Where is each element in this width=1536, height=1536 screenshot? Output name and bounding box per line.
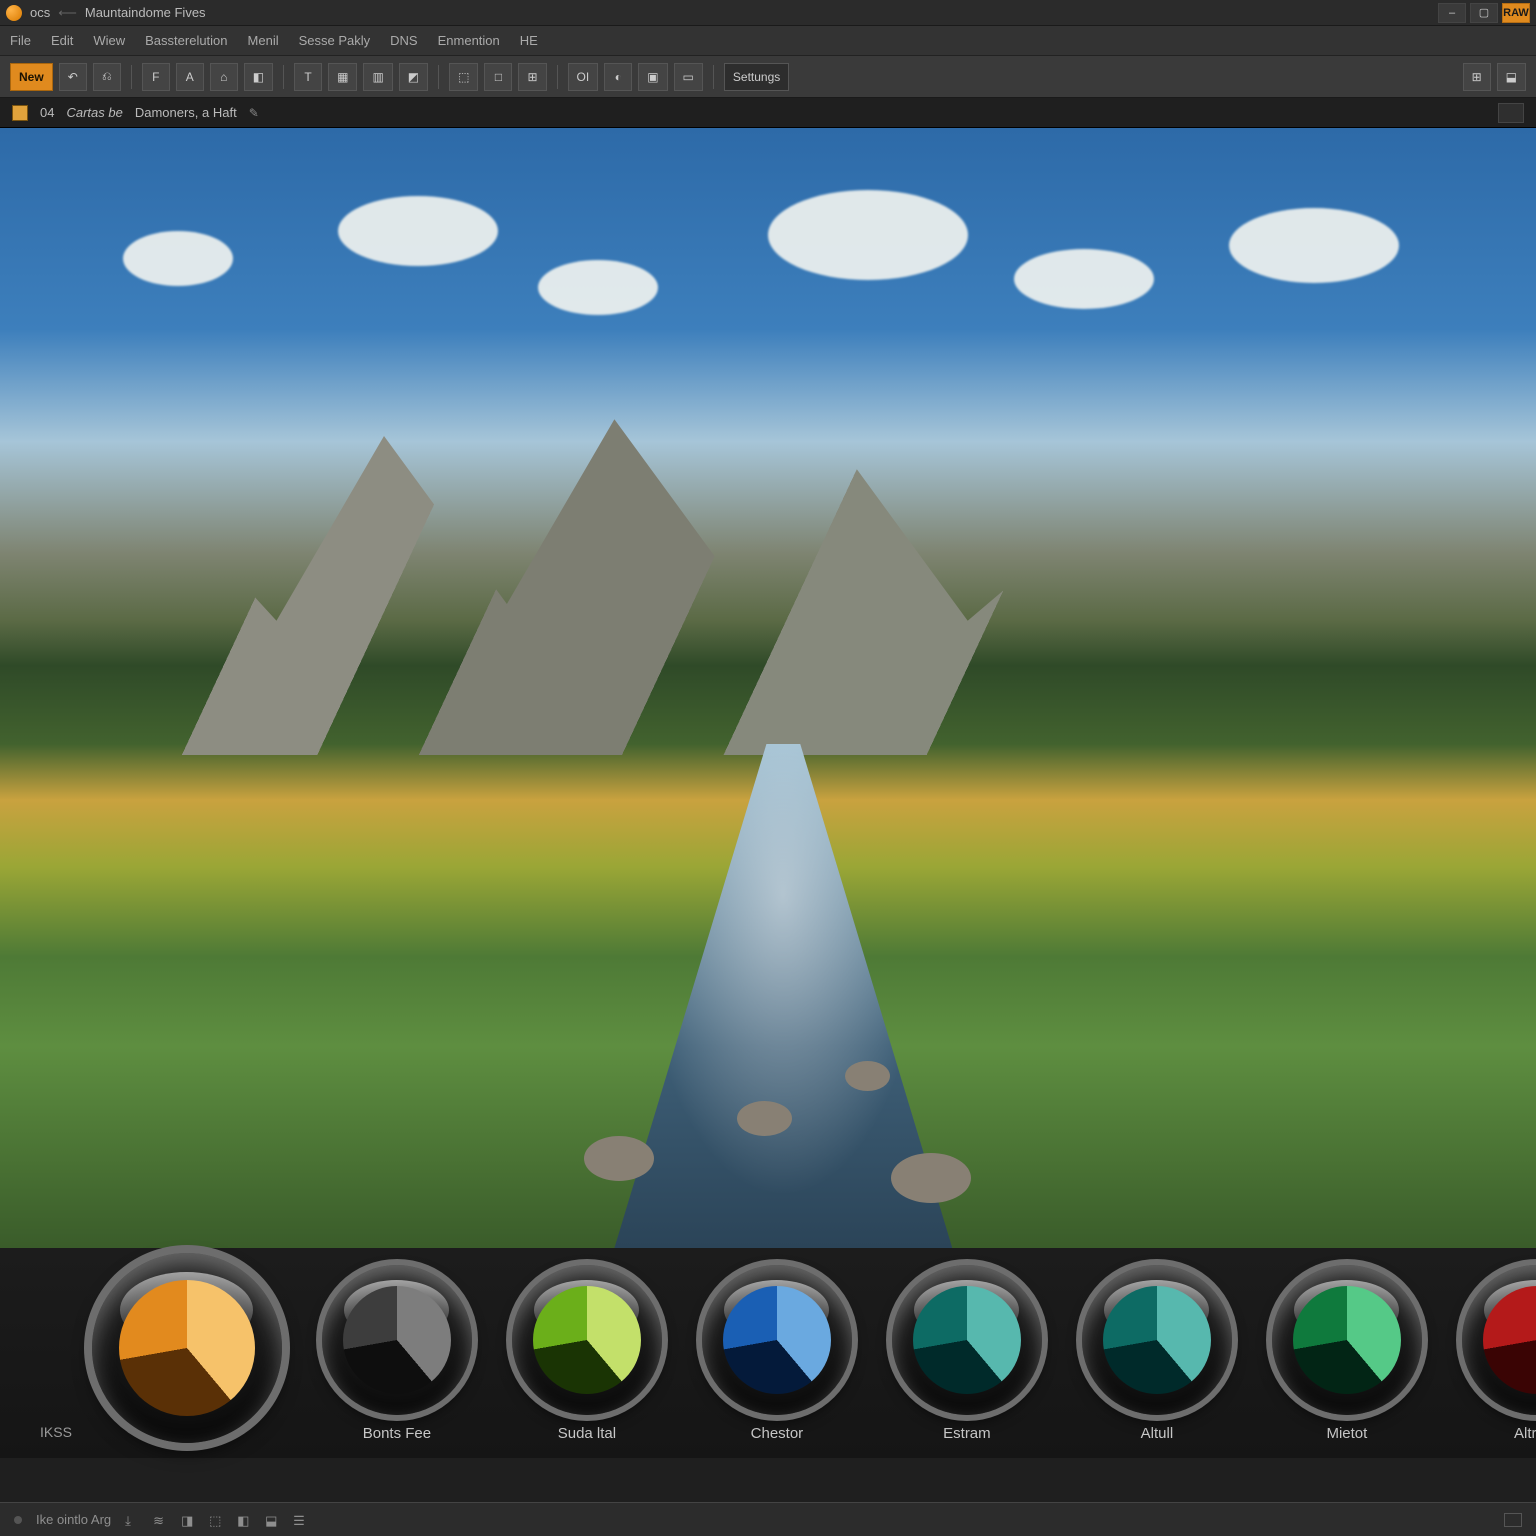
filter-orange[interactable] [92,1253,282,1453]
menu-bar: File Edit Wiew Bassterelution Menil Sess… [0,26,1536,56]
menu-file[interactable]: File [10,33,31,48]
doc-options-button[interactable] [1498,103,1524,123]
app-name: ocs [30,5,50,20]
status-bar: Ike ointlo Arg ⤓ ≋ ◨ ⬚ ◧ ⬓ ☰ [0,1502,1536,1536]
main-toolbar: New ↶ ⎌ F A ⌂ ◧ T ▦ ▥ ◩ ⬚ □ ⊞ OI ◐ ▣ ▭ S… [0,56,1536,98]
title-separator: ⟵ [58,5,77,21]
doc-id: 04 [40,105,54,120]
edit-icon[interactable]: ✎ [249,106,259,120]
filter-orb-green[interactable] [512,1265,662,1415]
tool-rect-icon[interactable]: ⬚ [449,63,478,91]
filter-label-7: Altracs [1514,1425,1536,1442]
filter-blue[interactable]: Chestor [702,1265,852,1442]
filter-label-6: Mietot [1326,1425,1367,1442]
document-title: Mauntaindome Fives [85,5,206,20]
filter-green[interactable]: Suda ltal [512,1265,662,1442]
filter-teal-2[interactable]: Altull [1082,1265,1232,1442]
filter-orb-red[interactable] [1462,1265,1536,1415]
tool-a[interactable]: A [176,63,204,91]
filter-red[interactable]: Altracs [1462,1265,1536,1442]
tool-add-grid-icon[interactable]: ⊞ [518,63,546,91]
filter-label-5: Altull [1141,1425,1174,1442]
maximize-button[interactable]: ▢ [1470,3,1498,23]
filter-orb-grey[interactable] [322,1265,472,1415]
tool-redo[interactable]: ⎌ [93,63,121,91]
filter-label-3: Chestor [751,1425,804,1442]
status-right-box[interactable] [1504,1513,1522,1527]
status-icon-5[interactable]: ◧ [237,1513,251,1527]
tool-undo[interactable]: ↶ [59,63,87,91]
filter-emerald[interactable]: Mietot [1272,1265,1422,1442]
status-icon-7[interactable]: ☰ [293,1513,307,1527]
status-icon-4[interactable]: ⬚ [209,1513,223,1527]
tool-square-icon[interactable]: □ [484,63,512,91]
tool-home-icon[interactable]: ⌂ [210,63,238,91]
tool-cols-icon[interactable]: ▥ [363,63,392,91]
image-canvas[interactable] [0,128,1536,1248]
status-dot-icon [14,1516,22,1524]
settings-button[interactable]: Settungs [724,63,789,91]
canvas-area [0,128,1536,1248]
mode-raw-button[interactable]: RAW [1502,3,1530,23]
filterstrip-caption: IKSS [40,1424,72,1440]
menu-raster[interactable]: Bassterelution [145,33,227,48]
rock [891,1153,971,1203]
filter-orb-teal-2[interactable] [1082,1265,1232,1415]
tool-f[interactable]: F [142,63,170,91]
filter-orb-orange[interactable] [92,1253,282,1443]
rock [584,1136,654,1181]
filter-strip: IKSS Bonts Fee Suda ltal Chestor Estram … [0,1248,1536,1458]
rock [845,1061,890,1091]
menu-menil[interactable]: Menil [248,33,279,48]
filter-label-4: Estram [943,1425,991,1442]
status-icon-6[interactable]: ⬓ [265,1513,279,1527]
title-bar: ocs ⟵ Mauntaindome Fives – ▢ RAW [0,0,1536,26]
filter-label-2: Suda ltal [558,1425,616,1442]
doc-thumbnail-icon [12,105,28,121]
tool-text[interactable]: T [294,63,322,91]
toolbar-right-panel-icon[interactable]: ⬓ [1497,63,1526,91]
menu-he[interactable]: HE [520,33,538,48]
tool-half-icon[interactable]: ◩ [399,63,428,91]
doc-name[interactable]: Cartas be [66,105,122,120]
minimize-button[interactable]: – [1438,3,1466,23]
tool-split-icon[interactable]: ◧ [244,63,273,91]
status-icon-1[interactable]: ⤓ [125,1513,139,1527]
document-tab-strip: 04 Cartas be Damoners, a Haft ✎ [0,98,1536,128]
menu-sesse[interactable]: Sesse Pakly [299,33,371,48]
tool-oi[interactable]: OI [568,63,599,91]
tool-grid-icon[interactable]: ▦ [328,63,357,91]
filter-orb-teal[interactable] [892,1265,1042,1415]
menu-view[interactable]: Wiew [93,33,125,48]
new-button[interactable]: New [10,63,53,91]
menu-edit[interactable]: Edit [51,33,73,48]
toolbar-right-grid-icon[interactable]: ⊞ [1463,63,1491,91]
filter-label-1: Bonts Fee [363,1425,431,1442]
filter-orb-blue[interactable] [702,1265,852,1415]
status-icon-3[interactable]: ◨ [181,1513,195,1527]
tool-wide-icon[interactable]: ▭ [674,63,703,91]
mountains [0,419,1536,755]
menu-enm[interactable]: Enmention [438,33,500,48]
filter-grey[interactable]: Bonts Fee [322,1265,472,1442]
tool-contrast-icon[interactable]: ◐ [604,63,632,91]
app-logo-icon [6,5,22,21]
status-text: Ike ointlo Arg [36,1512,111,1527]
tool-frame-icon[interactable]: ▣ [638,63,667,91]
menu-dns[interactable]: DNS [390,33,417,48]
rock [737,1101,792,1136]
doc-meta: Damoners, a Haft [135,105,237,120]
sky-clouds [0,173,1536,464]
filter-orb-emerald[interactable] [1272,1265,1422,1415]
filter-teal[interactable]: Estram [892,1265,1042,1442]
status-icon-2[interactable]: ≋ [153,1513,167,1527]
